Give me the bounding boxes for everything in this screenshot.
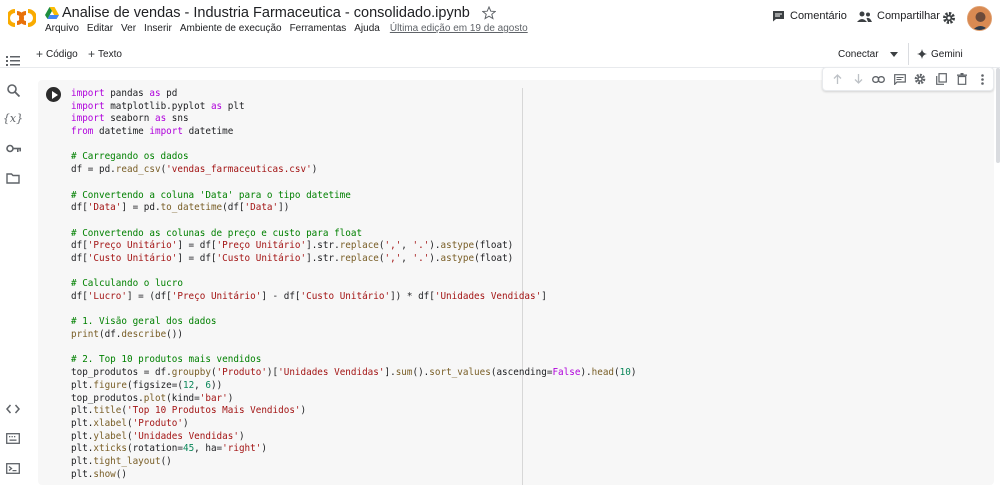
- share-label: Compartilhar: [877, 10, 940, 22]
- code-line-20[interactable]: print(df.describe()): [71, 329, 636, 342]
- arrow-down-icon[interactable]: [848, 67, 869, 91]
- settings-icon[interactable]: [910, 67, 931, 91]
- mirror-cell-icon[interactable]: [931, 67, 952, 91]
- settings-icon[interactable]: [942, 11, 956, 25]
- add-text-button[interactable]: + Texto: [88, 47, 122, 61]
- chevron-down-icon[interactable]: [890, 51, 898, 57]
- notebook-toolbar: + Código + Texto Conectar Gemini: [0, 40, 1000, 68]
- last-edit-link[interactable]: Última edição em 19 de agosto: [390, 23, 528, 37]
- avatar[interactable]: [967, 6, 992, 31]
- code-line-27[interactable]: plt.xlabel('Produto'): [71, 418, 636, 431]
- menu-ver[interactable]: Ver: [121, 23, 136, 37]
- comment-button[interactable]: Comentário: [772, 10, 847, 22]
- code-line-8[interactable]: ​: [71, 177, 636, 190]
- terminal-icon[interactable]: [5, 460, 21, 476]
- code-line-17[interactable]: df['Lucro'] = (df['Preço Unitário'] - df…: [71, 291, 636, 304]
- cell-toolbar: [822, 67, 994, 91]
- plus-icon: +: [88, 47, 96, 61]
- code-line-29[interactable]: plt.xticks(rotation=45, ha='right'): [71, 443, 636, 456]
- code-line-9[interactable]: # Convertendo a coluna 'Data' para o tip…: [71, 190, 636, 203]
- add-code-button[interactable]: + Código: [36, 47, 78, 61]
- key-icon[interactable]: [5, 140, 21, 156]
- left-sidebar: {x}: [0, 40, 25, 485]
- share-button[interactable]: Compartilhar: [857, 10, 940, 22]
- variables-icon[interactable]: {x}: [3, 110, 23, 126]
- code-line-6[interactable]: # Carregando os dados: [71, 151, 636, 164]
- title-row: Analise de vendas - Industria Farmaceuti…: [45, 3, 496, 23]
- code-line-18[interactable]: ​: [71, 304, 636, 317]
- people-icon: [857, 11, 872, 22]
- code-snippets-icon[interactable]: [5, 401, 21, 417]
- comment-icon[interactable]: [889, 67, 910, 91]
- code-line-22[interactable]: # 2. Top 10 produtos mais vendidos: [71, 354, 636, 367]
- code-line-19[interactable]: # 1. Visão geral dos dados: [71, 316, 636, 329]
- notebook-title[interactable]: Analise de vendas - Industria Farmaceuti…: [62, 5, 470, 21]
- scrollbar[interactable]: [996, 68, 1000, 163]
- star-icon[interactable]: [481, 6, 496, 20]
- connect-label: Conectar: [838, 48, 879, 60]
- delete-icon[interactable]: [952, 67, 973, 91]
- gemini-sparkle-icon: [917, 49, 927, 59]
- code-line-4[interactable]: from datetime import datetime: [71, 126, 636, 139]
- code-line-12[interactable]: # Convertendo as colunas de preço e cust…: [71, 228, 636, 241]
- toc-icon[interactable]: [5, 53, 21, 69]
- folder-icon[interactable]: [5, 170, 21, 186]
- code-line-14[interactable]: df['Custo Unitário'] = df['Custo Unitári…: [71, 253, 636, 266]
- code-line-11[interactable]: ​: [71, 215, 636, 228]
- menu-ajuda[interactable]: Ajuda: [354, 23, 380, 37]
- code-line-28[interactable]: plt.ylabel('Unidades Vendidas'): [71, 431, 636, 444]
- menu-arquivo[interactable]: Arquivo: [45, 23, 79, 37]
- code-line-5[interactable]: ​: [71, 139, 636, 152]
- code-line-3[interactable]: import seaborn as sns: [71, 113, 636, 126]
- add-code-label: Código: [46, 48, 78, 60]
- code-line-2[interactable]: import matplotlib.pyplot as plt: [71, 101, 636, 114]
- menu-ferramentas[interactable]: Ferramentas: [290, 23, 347, 37]
- add-text-label: Texto: [98, 48, 122, 60]
- code-line-26[interactable]: plt.title('Top 10 Produtos Mais Vendidos…: [71, 405, 636, 418]
- search-icon[interactable]: [5, 82, 21, 98]
- menu-bar: Arquivo Editar Ver Inserir Ambiente de e…: [45, 23, 536, 37]
- menu-ambiente[interactable]: Ambiente de execução: [180, 23, 282, 37]
- code-line-21[interactable]: ​: [71, 342, 636, 355]
- code-line-10[interactable]: df['Data'] = pd.to_datetime(df['Data']): [71, 202, 636, 215]
- code-line-15[interactable]: ​: [71, 266, 636, 279]
- header: Analise de vendas - Industria Farmaceuti…: [0, 0, 1000, 40]
- menu-editar[interactable]: Editar: [87, 23, 113, 37]
- code-line-30[interactable]: plt.tight_layout(): [71, 456, 636, 469]
- command-palette-icon[interactable]: [5, 430, 21, 446]
- code-line-23[interactable]: top_produtos = df.groupby('Produto')['Un…: [71, 367, 636, 380]
- connect-button[interactable]: Conectar: [822, 43, 904, 65]
- code-line-1[interactable]: import pandas as pd: [71, 88, 636, 101]
- code-line-25[interactable]: top_produtos.plot(kind='bar'): [71, 393, 636, 406]
- run-cell-button[interactable]: [46, 87, 61, 102]
- more-icon[interactable]: [972, 67, 993, 91]
- arrow-up-icon[interactable]: [827, 67, 848, 91]
- menu-inserir[interactable]: Inserir: [144, 23, 172, 37]
- plus-icon: +: [36, 47, 44, 61]
- comment-label: Comentário: [790, 10, 847, 22]
- colab-logo[interactable]: [6, 6, 37, 30]
- code-line-24[interactable]: plt.figure(figsize=(12, 6)): [71, 380, 636, 393]
- google-drive-icon: [45, 7, 59, 19]
- code-editor[interactable]: import pandas as pd import matplotlib.pyp…: [71, 88, 636, 481]
- comment-icon: [773, 11, 784, 22]
- code-line-31[interactable]: plt.show(): [71, 469, 636, 482]
- gemini-label: Gemini: [931, 48, 963, 60]
- code-line-16[interactable]: # Calculando o lucro: [71, 278, 636, 291]
- code-line-13[interactable]: df['Preço Unitário'] = df['Preço Unitári…: [71, 240, 636, 253]
- link-icon[interactable]: [869, 67, 890, 91]
- gemini-button[interactable]: Gemini: [908, 43, 971, 65]
- code-line-7[interactable]: df = pd.read_csv('vendas_farmaceuticas.c…: [71, 164, 636, 177]
